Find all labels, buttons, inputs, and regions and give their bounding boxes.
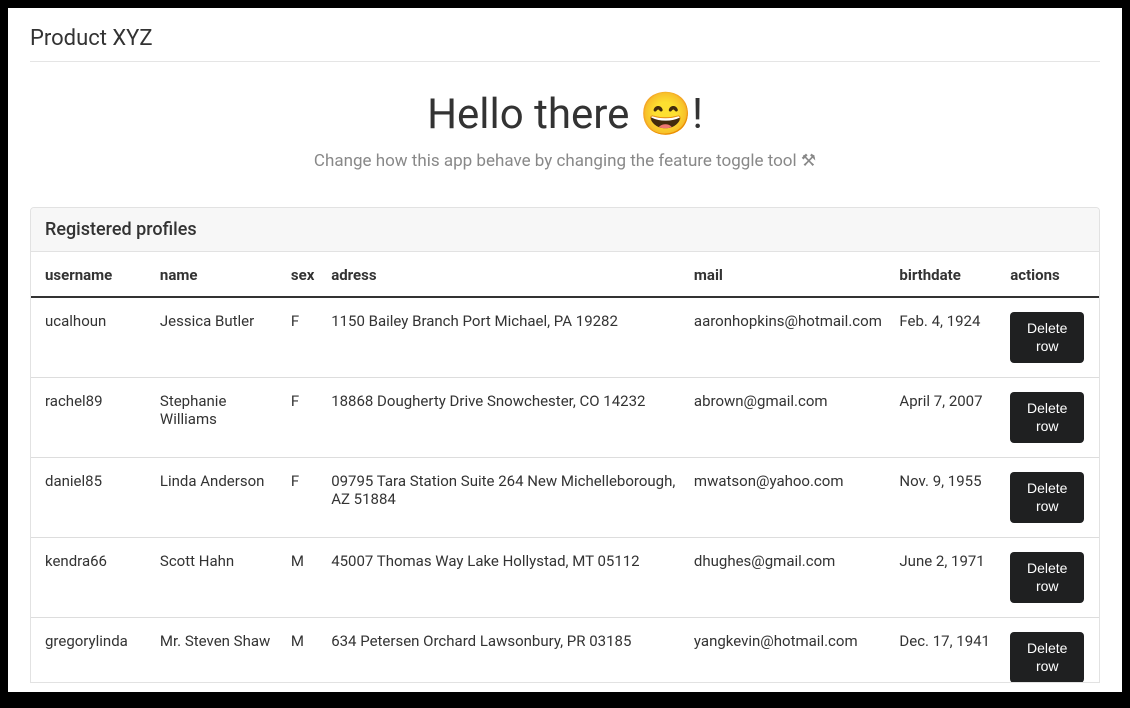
table-row: ucalhounJessica ButlerF1150 Bailey Branc… bbox=[31, 297, 1099, 378]
hero-section: Hello there 😄! Change how this app behav… bbox=[30, 90, 1100, 171]
header-divider bbox=[30, 61, 1100, 62]
delete-row-button[interactable]: Delete row bbox=[1010, 312, 1084, 363]
cell-birthdate: April 7, 2007 bbox=[891, 378, 1002, 458]
cell-birthdate: Feb. 4, 1924 bbox=[891, 297, 1002, 378]
th-birthdate: birthdate bbox=[891, 252, 1002, 297]
delete-row-button[interactable]: Delete row bbox=[1010, 472, 1084, 523]
cell-username: gregorylinda bbox=[31, 618, 152, 683]
hero-title: Hello there 😄! bbox=[30, 90, 1100, 139]
th-username: username bbox=[31, 252, 152, 297]
cell-actions: Delete row bbox=[1002, 458, 1099, 538]
cell-mail: yangkevin@hotmail.com bbox=[686, 618, 891, 683]
cell-sex: M bbox=[283, 538, 323, 618]
cell-address: 634 Petersen Orchard Lawsonbury, PR 0318… bbox=[323, 618, 686, 683]
table-row: kendra66Scott HahnM45007 Thomas Way Lake… bbox=[31, 538, 1099, 618]
cell-actions: Delete row bbox=[1002, 297, 1099, 378]
cell-birthdate: Dec. 17, 1941 bbox=[891, 618, 1002, 683]
brand-title: Product XYZ bbox=[30, 8, 1100, 61]
cell-address: 1150 Bailey Branch Port Michael, PA 1928… bbox=[323, 297, 686, 378]
cell-actions: Delete row bbox=[1002, 618, 1099, 683]
cell-username: kendra66 bbox=[31, 538, 152, 618]
th-actions: actions bbox=[1002, 252, 1099, 297]
cell-name: Scott Hahn bbox=[152, 538, 283, 618]
cell-sex: F bbox=[283, 458, 323, 538]
cell-name: Linda Anderson bbox=[152, 458, 283, 538]
cell-birthdate: Nov. 9, 1955 bbox=[891, 458, 1002, 538]
delete-row-button[interactable]: Delete row bbox=[1010, 552, 1084, 603]
cell-sex: M bbox=[283, 618, 323, 683]
profiles-table: username name sex adress mail birthdate … bbox=[31, 252, 1099, 682]
cell-mail: abrown@gmail.com bbox=[686, 378, 891, 458]
cell-username: ucalhoun bbox=[31, 297, 152, 378]
cell-name: Jessica Butler bbox=[152, 297, 283, 378]
cell-actions: Delete row bbox=[1002, 378, 1099, 458]
cell-mail: aaronhopkins@hotmail.com bbox=[686, 297, 891, 378]
table-row: rachel89Stephanie WilliamsF18868 Dougher… bbox=[31, 378, 1099, 458]
panel-title: Registered profiles bbox=[31, 208, 1099, 252]
th-address: adress bbox=[323, 252, 686, 297]
cell-sex: F bbox=[283, 297, 323, 378]
cell-mail: mwatson@yahoo.com bbox=[686, 458, 891, 538]
hero-subtitle: Change how this app behave by changing t… bbox=[30, 151, 1100, 171]
cell-birthdate: June 2, 1971 bbox=[891, 538, 1002, 618]
cell-username: rachel89 bbox=[31, 378, 152, 458]
delete-row-button[interactable]: Delete row bbox=[1010, 632, 1084, 682]
cell-username: daniel85 bbox=[31, 458, 152, 538]
cell-sex: F bbox=[283, 378, 323, 458]
cell-actions: Delete row bbox=[1002, 538, 1099, 618]
table-row: daniel85Linda AndersonF09795 Tara Statio… bbox=[31, 458, 1099, 538]
table-row: gregorylindaMr. Steven ShawM634 Petersen… bbox=[31, 618, 1099, 683]
cell-address: 45007 Thomas Way Lake Hollystad, MT 0511… bbox=[323, 538, 686, 618]
profiles-panel: Registered profiles username name sex ad… bbox=[30, 207, 1100, 683]
table-scroll-area[interactable]: username name sex adress mail birthdate … bbox=[31, 252, 1099, 682]
cell-name: Stephanie Williams bbox=[152, 378, 283, 458]
table-header-row: username name sex adress mail birthdate … bbox=[31, 252, 1099, 297]
cell-mail: dhughes@gmail.com bbox=[686, 538, 891, 618]
cell-address: 18868 Dougherty Drive Snowchester, CO 14… bbox=[323, 378, 686, 458]
th-mail: mail bbox=[686, 252, 891, 297]
th-name: name bbox=[152, 252, 283, 297]
cell-address: 09795 Tara Station Suite 264 New Michell… bbox=[323, 458, 686, 538]
th-sex: sex bbox=[283, 252, 323, 297]
cell-name: Mr. Steven Shaw bbox=[152, 618, 283, 683]
delete-row-button[interactable]: Delete row bbox=[1010, 392, 1084, 443]
